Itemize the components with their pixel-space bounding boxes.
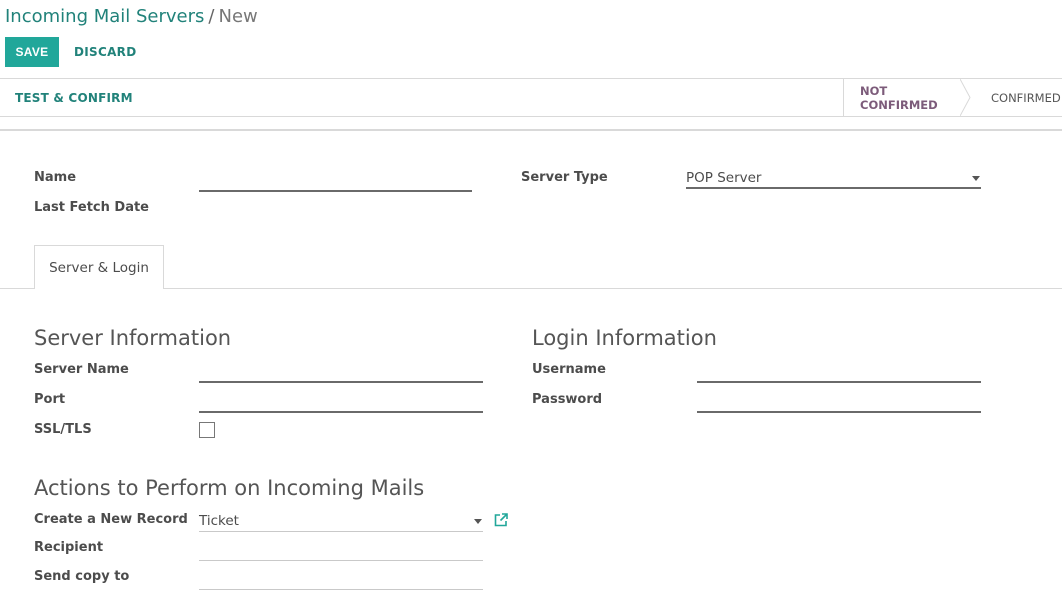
breadcrumb-separator: / [208, 6, 215, 27]
external-link-icon[interactable] [493, 512, 509, 528]
chevron-down-icon[interactable] [474, 519, 482, 524]
recipient-label: Recipient [34, 540, 104, 555]
login-information-title: Login Information [532, 326, 717, 350]
username-label: Username [532, 362, 606, 377]
send-copy-input[interactable] [199, 589, 483, 590]
tab-server-login[interactable]: Server & Login [34, 245, 164, 289]
server-information-title: Server Information [34, 326, 232, 350]
discard-button[interactable]: DISCARD [74, 37, 136, 67]
statusbar: TEST & CONFIRM NOT CONFIRMED CONFIRMED [0, 78, 1062, 117]
chevron-down-icon[interactable] [972, 176, 980, 181]
test-confirm-button[interactable]: TEST & CONFIRM [15, 79, 133, 116]
recipient-input[interactable] [199, 560, 483, 561]
server-name-label: Server Name [34, 362, 129, 377]
stage-not-confirmed[interactable]: NOT CONFIRMED [843, 79, 968, 116]
server-type-label: Server Type [521, 170, 608, 185]
breadcrumb: Incoming Mail Servers / New [5, 6, 258, 27]
port-label: Port [34, 392, 66, 407]
save-button[interactable]: SAVE [5, 37, 59, 67]
breadcrumb-parent-link[interactable]: Incoming Mail Servers [5, 6, 204, 27]
password-input[interactable] [697, 411, 981, 413]
actions-title: Actions to Perform on Incoming Mails [34, 476, 425, 500]
last-fetch-date-label: Last Fetch Date [34, 200, 150, 215]
username-input[interactable] [697, 381, 981, 383]
create-record-underline [199, 531, 483, 532]
password-label: Password [532, 392, 603, 407]
sheet-top-border [0, 129, 1062, 131]
server-type-select[interactable]: POP Server [686, 170, 761, 186]
create-record-label: Create a New Record [34, 512, 188, 527]
name-input[interactable] [199, 190, 472, 192]
server-type-underline [686, 187, 981, 189]
server-name-input[interactable] [199, 381, 483, 383]
name-label: Name [34, 170, 77, 185]
ssl-tls-checkbox[interactable] [199, 422, 215, 438]
create-record-select[interactable]: Ticket [199, 513, 239, 529]
stage-arrow-divider [960, 79, 971, 116]
port-input[interactable] [199, 411, 483, 413]
ssl-tls-label: SSL/TLS [34, 422, 92, 437]
stage-confirmed[interactable]: CONFIRMED [991, 79, 1061, 116]
breadcrumb-current: New [218, 6, 258, 27]
send-copy-label: Send copy to [34, 569, 130, 584]
